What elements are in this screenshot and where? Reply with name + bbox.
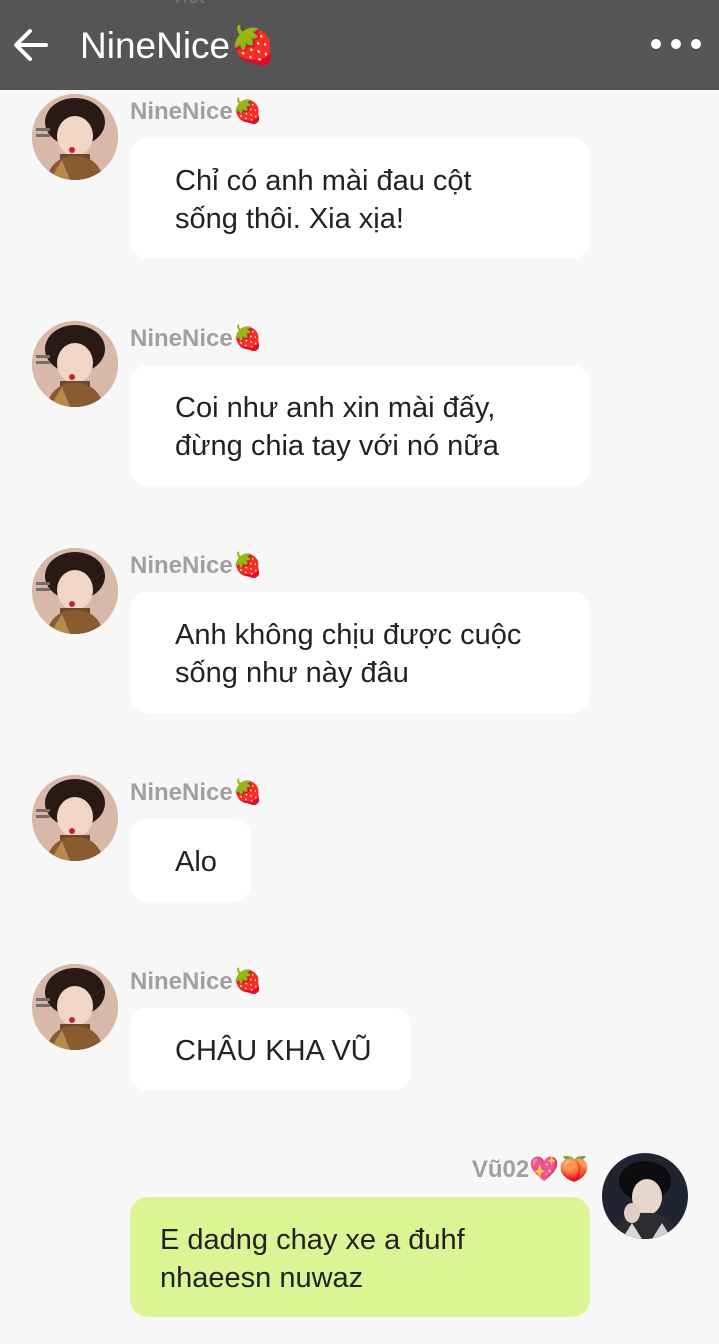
sender-name: NineNice🍓 <box>130 96 263 127</box>
sender-label: NineNice <box>130 552 233 579</box>
heart-peach-icon: 💖🍑 <box>529 1155 589 1183</box>
chat-header: rict NineNice🍓 <box>0 0 719 90</box>
message-line: CHÂU KHA VŨ <box>175 1035 372 1067</box>
strawberry-icon: 🍓 <box>232 324 263 352</box>
message-line: Chỉ có anh mài đau cột <box>175 165 472 197</box>
sender-label: NineNice <box>130 968 233 995</box>
message-bubble[interactable]: Coi như anh xin mài đấy, đừng chia tay v… <box>130 365 590 486</box>
message-bubble[interactable]: Anh không chịu được cuộc sống như này đâ… <box>130 592 590 713</box>
my-avatar[interactable] <box>602 1153 688 1239</box>
sender-label: NineNice <box>130 98 233 125</box>
back-arrow-icon[interactable] <box>12 26 50 64</box>
message-bubble[interactable]: CHÂU KHA VŨ <box>130 1008 411 1091</box>
chat-title-name: NineNice <box>80 25 231 66</box>
dot <box>671 39 681 49</box>
my-message-bubble[interactable]: E dadng chay xe a đuhf nhaeesn nuwaz <box>130 1197 590 1317</box>
sender-name: NineNice🍓 <box>130 777 263 808</box>
my-sender-name: Vũ02💖🍑 <box>472 1152 589 1187</box>
contact-avatar[interactable] <box>32 775 118 861</box>
dot <box>691 39 701 49</box>
contact-avatar[interactable] <box>32 321 118 407</box>
strawberry-icon: 🍓 <box>232 97 263 125</box>
sender-label: NineNice <box>130 779 233 806</box>
contact-avatar[interactable] <box>32 548 118 634</box>
chat-title: NineNice🍓 <box>80 24 276 68</box>
message-line: Anh không chịu được cuộc <box>175 619 522 651</box>
message-line: đừng chia tay với nó nữa <box>175 430 499 462</box>
message-line: Alo <box>175 846 217 878</box>
message-line: E dadng chay xe a đuhf <box>160 1224 465 1256</box>
contact-avatar[interactable] <box>32 94 118 180</box>
message-line: sống như này đâu <box>175 657 409 689</box>
strawberry-icon: 🍓 <box>230 24 277 67</box>
strawberry-icon: 🍓 <box>232 778 263 806</box>
header-ghost-text: rict <box>175 0 206 9</box>
sender-name: NineNice🍓 <box>130 966 263 997</box>
strawberry-icon: 🍓 <box>232 551 263 579</box>
dot <box>651 39 661 49</box>
more-options-icon[interactable] <box>651 30 701 58</box>
message-line: sống thôi. Xia xịa! <box>175 203 404 235</box>
message-bubble[interactable]: Chỉ có anh mài đau cột sống thôi. Xia xị… <box>130 138 590 259</box>
sender-name: NineNice🍓 <box>130 550 263 581</box>
message-line: Coi như anh xin mài đấy, <box>175 392 496 424</box>
message-bubble[interactable]: Alo <box>130 819 251 902</box>
message-line: nhaeesn nuwaz <box>160 1262 364 1294</box>
sender-name: NineNice🍓 <box>130 323 263 354</box>
sender-label: Vũ02 <box>471 1156 530 1183</box>
strawberry-icon: 🍓 <box>232 967 263 995</box>
sender-label: NineNice <box>130 325 233 352</box>
contact-avatar[interactable] <box>32 964 118 1050</box>
